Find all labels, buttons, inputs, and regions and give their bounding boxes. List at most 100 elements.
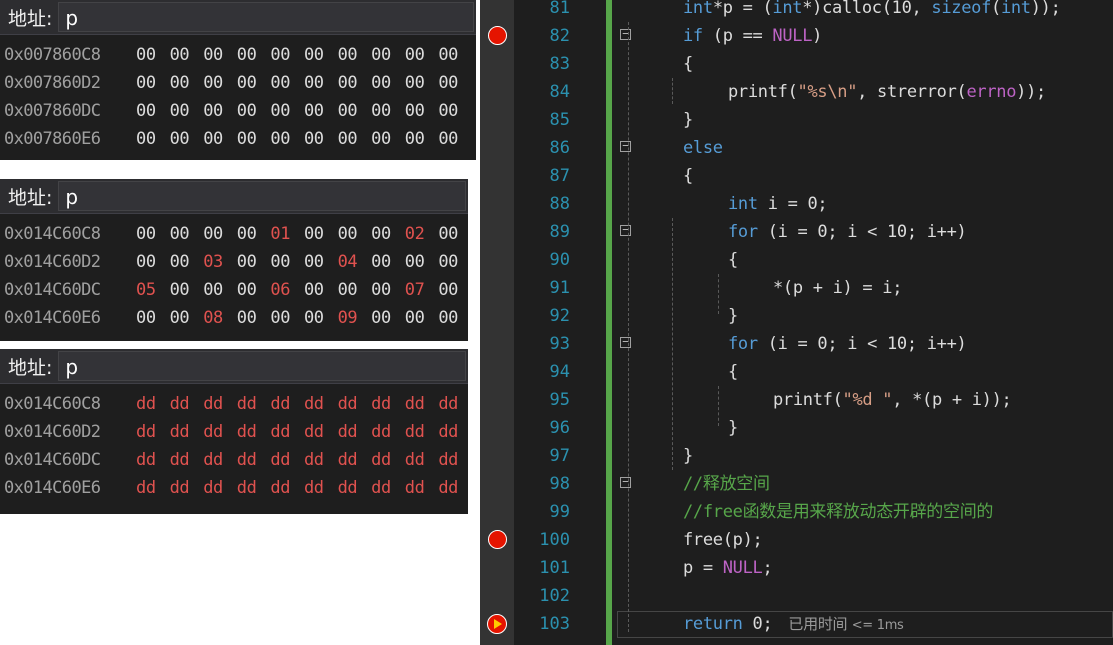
code-line[interactable]: 90 {: [480, 246, 1113, 274]
memory-byte[interactable]: 00: [136, 41, 170, 69]
memory-byte[interactable]: 00: [270, 41, 304, 69]
memory-byte[interactable]: 00: [438, 69, 472, 97]
memory-byte[interactable]: 00: [371, 248, 405, 276]
memory-byte[interactable]: 00: [237, 220, 271, 248]
memory-byte[interactable]: 00: [438, 125, 472, 153]
memory-byte[interactable]: 00: [170, 304, 204, 332]
memory-byte[interactable]: 00: [136, 248, 170, 276]
collapse-icon[interactable]: −: [620, 336, 631, 348]
memory-byte[interactable]: 00: [338, 41, 372, 69]
memory-byte[interactable]: 00: [405, 248, 439, 276]
memory-byte[interactable]: 00: [203, 125, 237, 153]
memory-byte[interactable]: dd: [270, 390, 304, 418]
code-line[interactable]: 93 − for (i = 0; i < 10; i++): [480, 330, 1113, 358]
memory-byte[interactable]: 00: [237, 276, 271, 304]
memory-byte[interactable]: 00: [371, 41, 405, 69]
address-input[interactable]: p: [58, 181, 466, 211]
memory-byte[interactable]: 00: [338, 276, 372, 304]
code-line[interactable]: 102: [480, 582, 1113, 610]
memory-byte[interactable]: 00: [170, 125, 204, 153]
memory-byte[interactable]: dd: [136, 474, 170, 502]
code-line[interactable]: 81 int*p = (int*)calloc(10, sizeof(int));: [480, 0, 1113, 22]
memory-byte[interactable]: 00: [203, 276, 237, 304]
memory-byte[interactable]: 00: [405, 69, 439, 97]
memory-byte[interactable]: 00: [371, 276, 405, 304]
memory-byte[interactable]: 00: [405, 41, 439, 69]
memory-byte[interactable]: 00: [405, 125, 439, 153]
memory-byte[interactable]: dd: [338, 418, 372, 446]
memory-byte[interactable]: dd: [237, 446, 271, 474]
code-line[interactable]: 98 − //释放空间: [480, 470, 1113, 498]
code-editor[interactable]: 81 int*p = (int*)calloc(10, sizeof(int));…: [480, 0, 1113, 645]
memory-byte[interactable]: 00: [304, 97, 338, 125]
memory-byte[interactable]: dd: [371, 474, 405, 502]
collapse-icon[interactable]: −: [620, 28, 631, 40]
code-line[interactable]: 86 − else: [480, 134, 1113, 162]
memory-byte[interactable]: dd: [270, 418, 304, 446]
memory-byte[interactable]: 00: [136, 125, 170, 153]
memory-byte[interactable]: dd: [170, 418, 204, 446]
memory-byte[interactable]: 00: [170, 97, 204, 125]
memory-byte[interactable]: dd: [371, 390, 405, 418]
perf-tip[interactable]: 已用时间 <= 1ms: [788, 615, 903, 633]
code-line[interactable]: 89 − for (i = 0; i < 10; i++): [480, 218, 1113, 246]
memory-byte[interactable]: 00: [438, 248, 468, 276]
memory-byte[interactable]: 00: [338, 69, 372, 97]
memory-byte[interactable]: 00: [304, 276, 338, 304]
memory-byte[interactable]: 00: [438, 276, 468, 304]
memory-byte[interactable]: 00: [338, 97, 372, 125]
memory-byte[interactable]: dd: [237, 474, 271, 502]
code-line[interactable]: 94 {: [480, 358, 1113, 386]
memory-byte[interactable]: dd: [304, 390, 338, 418]
collapse-icon[interactable]: −: [620, 224, 631, 236]
memory-byte[interactable]: dd: [438, 474, 468, 502]
memory-byte[interactable]: 00: [203, 69, 237, 97]
memory-byte[interactable]: 00: [304, 125, 338, 153]
memory-byte[interactable]: 00: [237, 248, 271, 276]
memory-byte[interactable]: 00: [170, 41, 204, 69]
memory-byte[interactable]: dd: [338, 446, 372, 474]
code-line[interactable]: 91 *(p + i) = i;: [480, 274, 1113, 302]
memory-byte[interactable]: dd: [338, 474, 372, 502]
breakpoint-icon[interactable]: [488, 530, 507, 549]
code-line[interactable]: 82 − if (p == NULL): [480, 22, 1113, 50]
memory-byte[interactable]: 02: [405, 220, 439, 248]
memory-byte[interactable]: 01: [270, 220, 304, 248]
memory-byte[interactable]: 00: [237, 41, 271, 69]
memory-byte[interactable]: dd: [170, 474, 204, 502]
memory-byte[interactable]: 00: [270, 304, 304, 332]
memory-byte[interactable]: dd: [438, 446, 468, 474]
code-line[interactable]: 101 p = NULL;: [480, 554, 1113, 582]
memory-byte[interactable]: 00: [170, 220, 204, 248]
memory-byte[interactable]: dd: [136, 390, 170, 418]
collapse-icon[interactable]: −: [620, 476, 631, 488]
memory-byte[interactable]: 04: [338, 248, 372, 276]
code-line[interactable]: 97}: [480, 442, 1113, 470]
memory-byte[interactable]: 06: [270, 276, 304, 304]
memory-byte[interactable]: 00: [304, 69, 338, 97]
memory-byte[interactable]: 00: [136, 97, 170, 125]
code-line[interactable]: 92}: [480, 302, 1113, 330]
code-line[interactable]: 103 return 0; 已用时间 <= 1ms: [480, 610, 1113, 638]
breakpoint-icon[interactable]: [487, 614, 507, 634]
memory-byte[interactable]: 00: [136, 304, 170, 332]
code-line[interactable]: 100 free(p);: [480, 526, 1113, 554]
memory-byte[interactable]: dd: [338, 390, 372, 418]
memory-byte[interactable]: dd: [405, 474, 439, 502]
memory-byte[interactable]: 09: [338, 304, 372, 332]
code-line[interactable]: 84 printf("%s\n", strerror(errno));: [480, 78, 1113, 106]
code-line[interactable]: 96}: [480, 414, 1113, 442]
memory-byte[interactable]: dd: [203, 474, 237, 502]
memory-byte[interactable]: 00: [371, 97, 405, 125]
memory-byte[interactable]: dd: [405, 446, 439, 474]
memory-byte[interactable]: 00: [170, 276, 204, 304]
memory-byte[interactable]: 05: [136, 276, 170, 304]
memory-byte[interactable]: 00: [237, 69, 271, 97]
memory-byte[interactable]: 00: [304, 248, 338, 276]
memory-byte[interactable]: 00: [203, 41, 237, 69]
memory-byte[interactable]: 00: [371, 69, 405, 97]
memory-byte[interactable]: dd: [371, 446, 405, 474]
memory-byte[interactable]: 00: [304, 304, 338, 332]
memory-byte[interactable]: 00: [237, 304, 271, 332]
memory-byte[interactable]: 07: [405, 276, 439, 304]
